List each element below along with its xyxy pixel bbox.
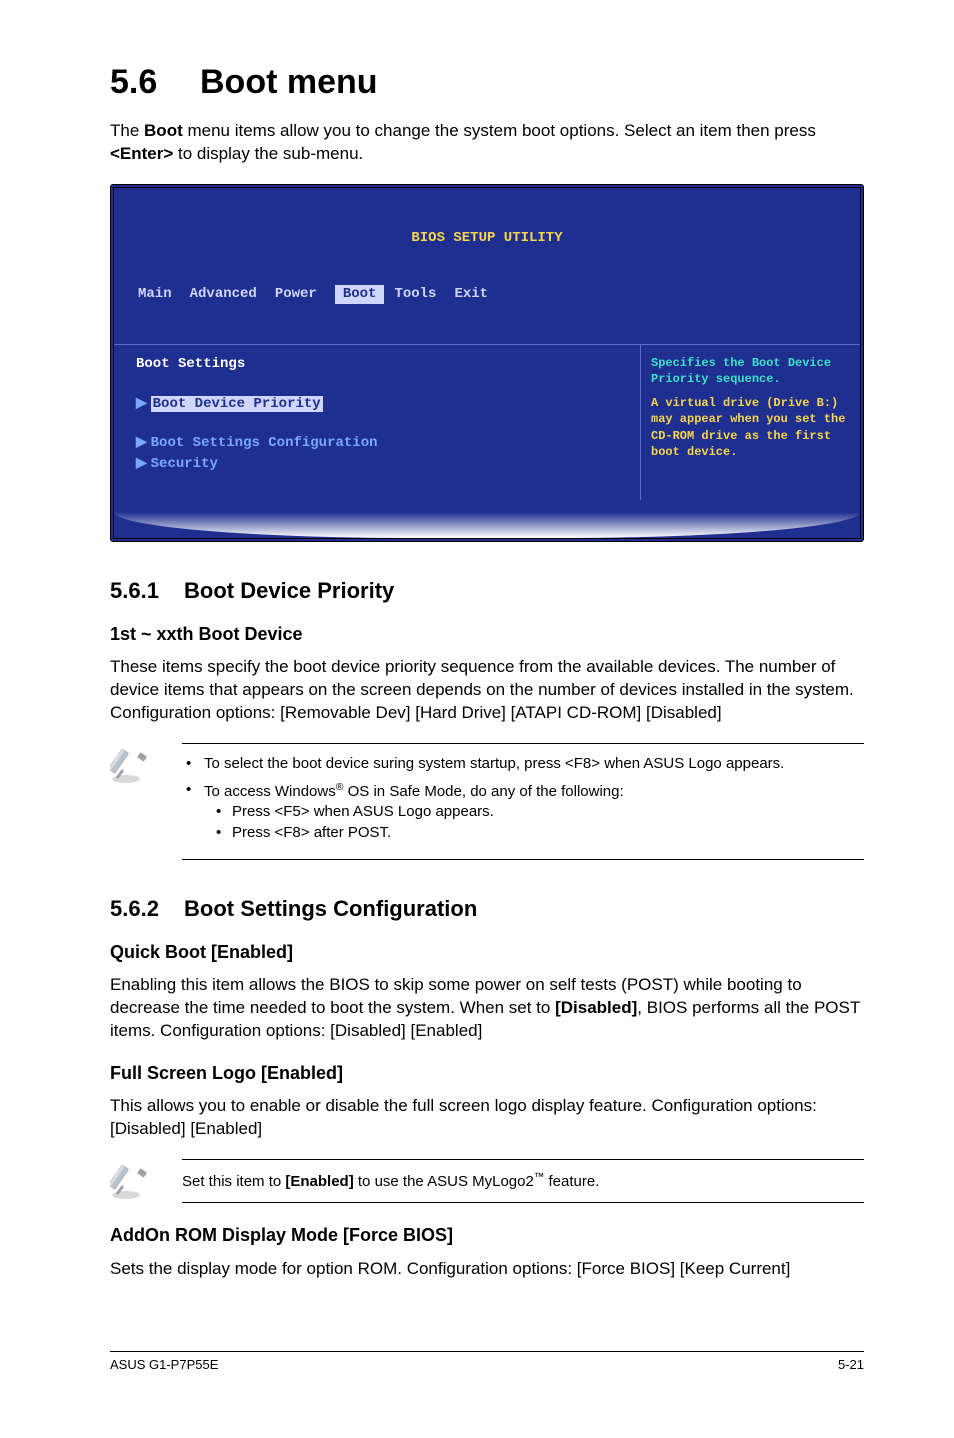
intro-text: The Boot menu items allow you to change …: [110, 120, 864, 166]
pencil-icon: [110, 1159, 158, 1208]
bios-heading: Boot Settings: [136, 356, 245, 372]
subsection-562: 5.6.2Boot Settings Configuration: [110, 894, 864, 924]
bios-item-config: Boot Settings Configuration: [151, 435, 378, 451]
tab-power: Power: [275, 285, 335, 304]
body-quickboot: Enabling this item allows the BIOS to sk…: [110, 974, 864, 1043]
note1-sub2: Press <F8> after POST.: [204, 823, 864, 843]
tab-tools: Tools: [394, 285, 454, 304]
tab-boot: Boot: [335, 285, 385, 304]
bios-right-pane: Specifies the Boot Device Priority seque…: [640, 345, 860, 500]
bios-item-security: Security: [151, 456, 218, 472]
bios-help-2: A virtual drive (Drive B:) may appear wh…: [651, 395, 850, 460]
note-block-1: To select the boot device suring system …: [110, 743, 864, 860]
subsection-561: 5.6.1Boot Device Priority: [110, 576, 864, 606]
heading-1st-boot: 1st ~ xxth Boot Device: [110, 622, 864, 646]
footer-right: 5-21: [838, 1356, 864, 1374]
page-title: 5.6Boot menu: [110, 60, 864, 106]
note-block-2: Set this item to [Enabled] to use the AS…: [110, 1159, 864, 1208]
bios-tabs: MainAdvancedPowerBoot ToolsExit: [114, 285, 860, 306]
section-title: Boot menu: [200, 63, 378, 101]
pencil-icon: [110, 743, 158, 792]
body-fullscreenlogo: This allows you to enable or disable the…: [110, 1095, 864, 1141]
bios-item-priority: Boot Device Priority: [151, 396, 323, 412]
tab-advanced: Advanced: [190, 285, 275, 304]
section-number: 5.6: [110, 60, 200, 106]
tab-main: Main: [138, 285, 190, 304]
note1-sub1: Press <F5> when ASUS Logo appears.: [204, 802, 864, 822]
bios-left-pane: Boot Settings ▶ Boot Device Priority ▶ B…: [114, 345, 640, 500]
heading-addonrom: AddOn ROM Display Mode [Force BIOS]: [110, 1223, 864, 1247]
note1-item2: To access Windows® OS in Safe Mode, do a…: [182, 780, 864, 843]
body-1st-boot: These items specify the boot device prio…: [110, 656, 864, 725]
heading-quickboot: Quick Boot [Enabled]: [110, 940, 864, 964]
note2-text: Set this item to [Enabled] to use the AS…: [182, 1159, 864, 1203]
bios-help-1: Specifies the Boot Device Priority seque…: [651, 355, 850, 387]
bios-title: BIOS SETUP UTILITY: [114, 226, 860, 248]
body-addonrom: Sets the display mode for option ROM. Co…: [110, 1258, 864, 1281]
footer-left: ASUS G1-P7P55E: [110, 1356, 218, 1374]
heading-fullscreenlogo: Full Screen Logo [Enabled]: [110, 1061, 864, 1085]
tab-exit: Exit: [454, 285, 506, 304]
page-footer: ASUS G1-P7P55E 5-21: [110, 1351, 864, 1374]
note1-item1: To select the boot device suring system …: [182, 754, 864, 774]
bios-screenshot: BIOS SETUP UTILITY MainAdvancedPowerBoot…: [110, 184, 864, 542]
